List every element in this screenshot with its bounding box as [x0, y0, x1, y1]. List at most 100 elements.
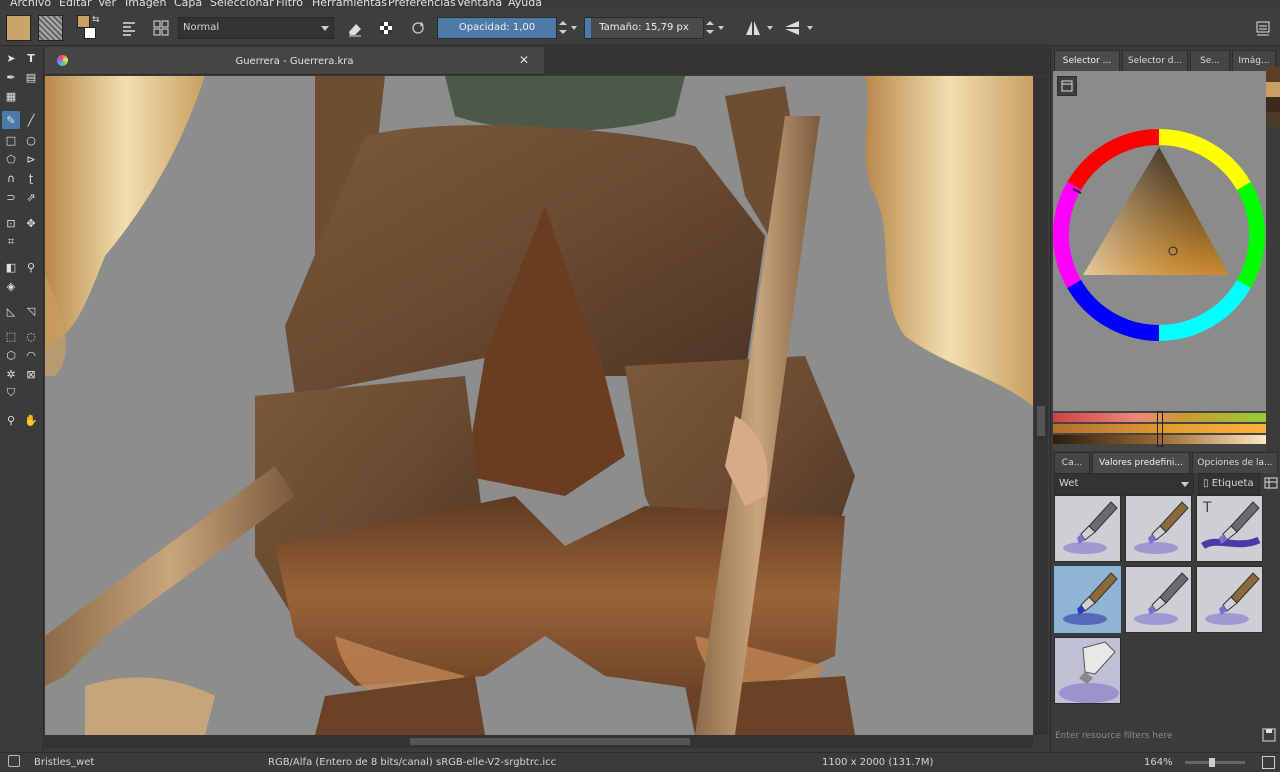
menu-archivo[interactable]: Archivo [10, 0, 51, 9]
zoom-tool[interactable]: ⚲ [2, 411, 20, 429]
polygon-tool[interactable]: ⬠ [2, 150, 20, 168]
tab-tool-options[interactable]: Opciones de la... [1192, 452, 1278, 474]
horizontal-scroll-thumb[interactable] [410, 738, 690, 745]
text-tool[interactable]: T [22, 49, 40, 67]
tab-brush-presets[interactable]: Valores predefini... [1092, 452, 1190, 474]
preset-filter-select[interactable]: Wet [1054, 473, 1194, 495]
reload-preset-button[interactable] [405, 15, 431, 41]
blend-mode-select[interactable]: Normal [178, 17, 334, 39]
brush-preset-wet-brush-5[interactable] [1125, 566, 1192, 633]
color-picker-tool[interactable]: ⚲ [22, 258, 40, 276]
brush-preset-wet-brush-6[interactable] [1196, 566, 1263, 633]
menu-preferencias[interactable]: Preferencias [388, 0, 456, 9]
freehand-path-tool[interactable]: ʈ [22, 169, 40, 187]
brush-preset-wet-brush-bristles[interactable] [1054, 566, 1121, 633]
gradient-edit-tool[interactable]: ▦ [2, 87, 20, 105]
opacity-spin[interactable] [558, 17, 568, 39]
tab-selector-digital[interactable]: Selector d... [1122, 50, 1188, 72]
color-swatches[interactable]: ⇆ [77, 15, 103, 43]
gradient-tool[interactable]: ◧ [2, 258, 20, 276]
color-wheel[interactable] [1053, 129, 1266, 351]
fullscreen-icon[interactable] [1262, 756, 1275, 769]
pattern-swatch[interactable] [38, 15, 63, 41]
preset-view-icon[interactable] [1263, 474, 1279, 492]
menu-editar[interactable]: Editar [59, 0, 92, 9]
slider-handle[interactable] [1157, 411, 1163, 447]
close-tab-icon[interactable]: ✕ [519, 53, 529, 67]
opacity-dropdown-icon[interactable] [571, 26, 577, 30]
vertical-scrollbar[interactable] [1034, 76, 1048, 735]
color-selector-settings-button[interactable] [1057, 76, 1077, 96]
brush-texture-swatch[interactable] [6, 15, 31, 41]
advanced-color-selector[interactable] [1053, 71, 1266, 451]
size-slider[interactable]: Tamaño: 15,79 px [584, 17, 704, 39]
color-sliders[interactable] [1053, 411, 1266, 451]
menu-imagen[interactable]: Imagen [125, 0, 166, 9]
tag-select[interactable]: ▯ Etiqueta [1198, 473, 1260, 495]
mirror-horizontal-dropdown-icon[interactable] [767, 26, 773, 30]
menu-ayuda[interactable]: Ayuda [508, 0, 542, 9]
size-dropdown-icon[interactable] [718, 26, 724, 30]
pan-tool[interactable]: ✋ [22, 411, 40, 429]
freehand-select-tool[interactable]: ◠ [22, 346, 40, 364]
tab-capas[interactable]: Ca... [1054, 452, 1090, 474]
ellipse-select-tool[interactable]: ◌ [22, 327, 40, 345]
freehand-brush-tool[interactable]: ✎ [2, 111, 20, 129]
multibrush-tool[interactable]: ⇗ [22, 188, 40, 206]
crop-tool[interactable]: ⌗ [2, 233, 20, 251]
menu-ver[interactable]: Ver [98, 0, 116, 9]
fill-tool[interactable]: ◈ [2, 277, 20, 295]
save-filter-icon[interactable] [1261, 727, 1277, 743]
eraser-mode-button[interactable] [341, 15, 367, 41]
horizontal-scrollbar[interactable] [45, 735, 1033, 748]
menu-seleccionar[interactable]: Seleccionar [210, 0, 274, 9]
bezier-tool[interactable]: ∩ [2, 169, 20, 187]
brush-preset-wet-brush-text[interactable]: T [1196, 495, 1263, 562]
resource-filter-input[interactable]: Enter resource filters here [1053, 727, 1258, 745]
brush-settings-button[interactable] [116, 15, 142, 41]
tab-selector-specific[interactable]: Se... [1190, 50, 1230, 72]
swap-colors-icon[interactable]: ⇆ [92, 15, 100, 25]
canvas[interactable] [45, 76, 1033, 735]
zoom-slider-handle[interactable] [1209, 758, 1215, 767]
menu-filtro[interactable]: Filtro [276, 0, 303, 9]
size-spin[interactable] [705, 17, 715, 39]
preserve-alpha-button[interactable] [373, 15, 399, 41]
tab-selector-avanzado[interactable]: Selector ... [1054, 50, 1120, 72]
document-tab[interactable]: Guerrera - Guerrera.kra ✕ [45, 47, 544, 75]
bezier-select-tool[interactable]: ⛉ [2, 384, 20, 402]
line-tool[interactable]: ╱ [22, 111, 40, 129]
ellipse-tool[interactable]: ○ [22, 131, 40, 149]
polyline-tool[interactable]: ⊳ [22, 150, 40, 168]
similar-select-tool[interactable]: ⊠ [22, 365, 40, 383]
workspace-button[interactable] [1250, 15, 1276, 41]
brush-presets-button[interactable] [148, 15, 174, 41]
dynamic-brush-tool[interactable]: ⊃ [2, 188, 20, 206]
transform-tool[interactable]: ⊡ [2, 214, 20, 232]
menu-herramientas[interactable]: Herramientas [312, 0, 387, 9]
brush-preset-wet-tube[interactable] [1054, 637, 1121, 704]
mirror-vertical-button[interactable] [779, 15, 805, 41]
move-tool[interactable]: ✥ [22, 214, 40, 232]
edit-shapes-tool[interactable]: ✒ [2, 68, 20, 86]
measure-tool[interactable]: ◹ [22, 302, 40, 320]
vertical-scroll-thumb[interactable] [1037, 406, 1045, 436]
assistant-tool[interactable]: ◺ [2, 302, 20, 320]
background-color-swatch[interactable] [84, 27, 96, 39]
mirror-horizontal-button[interactable] [740, 15, 766, 41]
foreground-color-swatch[interactable] [77, 15, 90, 28]
mirror-vertical-dropdown-icon[interactable] [807, 26, 813, 30]
rect-select-tool[interactable]: ⬚ [2, 327, 20, 345]
menu-capa[interactable]: Capa [174, 0, 202, 9]
menu-ventana[interactable]: Ventana [457, 0, 502, 9]
rectangle-tool[interactable]: □ [2, 131, 20, 149]
brush-preset-wet-brush-1[interactable] [1054, 495, 1121, 562]
brush-preset-wet-brush-2[interactable] [1125, 495, 1192, 562]
select-shapes-tool[interactable]: ➤ [2, 49, 20, 67]
zoom-slider[interactable] [1185, 758, 1245, 767]
magic-wand-tool[interactable]: ✲ [2, 365, 20, 383]
calligraphy-tool[interactable]: ▤ [22, 68, 40, 86]
color-history-strip[interactable] [1266, 67, 1280, 127]
polygon-select-tool[interactable]: ⬡ [2, 346, 20, 364]
opacity-slider[interactable]: Opacidad: 1,00 [437, 17, 557, 39]
